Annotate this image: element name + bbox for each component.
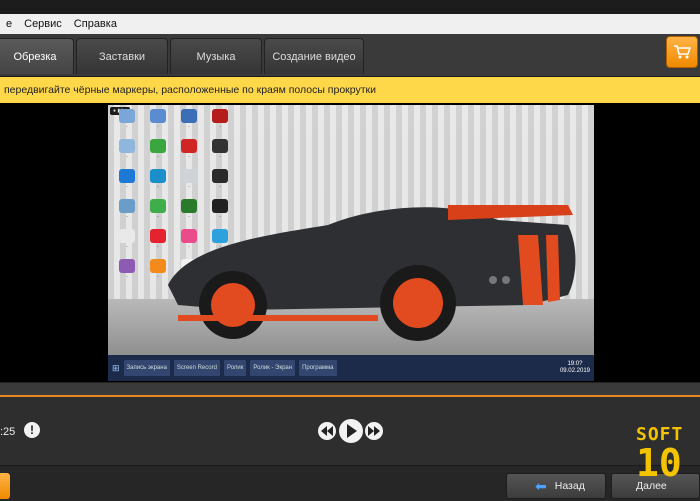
watermark-line2: 10 [636, 441, 682, 485]
desktop-icon: ·· [114, 199, 140, 225]
cart-icon [674, 45, 691, 59]
bottom-navigation-bar: ⬅ Назад Далее [0, 465, 700, 501]
menu-help[interactable]: Справка [68, 18, 123, 30]
tab-bar: Обрезка Заставки Музыка Создание видео [0, 34, 700, 77]
info-icon: ! [30, 423, 34, 437]
video-frame: ● ▮▮ ■ ·· ·· ·· ·· ·· ·· ·· ·· ·· ·· ·· … [108, 105, 594, 381]
desktop-icon: ·· [114, 109, 140, 135]
player-controls: :25 ! [0, 397, 700, 465]
hint-bar: передвигайте чёрные маркеры, расположенн… [0, 77, 700, 103]
desktop-icon: ·· [114, 169, 140, 195]
desktop-icon: ·· [207, 139, 233, 165]
tab-create-video[interactable]: Создание видео [264, 38, 364, 74]
menu-service[interactable]: Сервис [18, 18, 68, 30]
clock-date: 09.02.2019 [559, 368, 590, 374]
fast-forward-button[interactable] [365, 422, 383, 440]
tab-music-label: Музыка [196, 50, 236, 63]
soft10-watermark-logo: SOFT 10 [636, 424, 696, 494]
tab-create-video-label: Создание видео [272, 50, 356, 63]
desktop-icon: ·· [207, 109, 233, 135]
desktop-icon: ·· [114, 229, 140, 255]
taskbar-item: Программа [299, 360, 337, 376]
left-action-button[interactable] [0, 473, 10, 499]
sports-car-image [168, 205, 576, 341]
rewind-icon [321, 426, 333, 436]
taskbar-clock: 19:0? 09.02.2019 [560, 361, 590, 375]
video-preview: ● ▮▮ ■ ·· ·· ·· ·· ·· ·· ·· ·· ·· ·· ·· … [0, 103, 700, 382]
start-icon: ⊞ [112, 362, 120, 373]
desktop-icon: ·· [145, 109, 171, 135]
rewind-button[interactable] [318, 422, 336, 440]
window-top-strip [0, 0, 700, 14]
desktop-icon: ·· [176, 139, 202, 165]
windows-taskbar: ⊞ Запись экрана Screen Record Ролик Роли… [108, 355, 594, 381]
timeline-scrollbar[interactable] [0, 382, 700, 398]
play-button[interactable] [339, 419, 363, 443]
menu-bar: е Сервис Справка [0, 14, 700, 35]
taskbar-item: Ролик - Экран [250, 360, 296, 376]
desktop-icon: ·· [114, 259, 140, 285]
desktop-icon: ·· [176, 109, 202, 135]
info-button[interactable]: ! [24, 422, 40, 438]
tab-trim[interactable]: Обрезка [0, 38, 74, 74]
tab-trim-label: Обрезка [13, 50, 57, 63]
tab-intros-label: Заставки [98, 50, 146, 63]
tab-intros[interactable]: Заставки [76, 38, 168, 74]
play-icon [347, 424, 357, 438]
back-button[interactable]: ⬅ Назад [506, 473, 606, 499]
buy-button[interactable] [666, 36, 698, 68]
back-button-label: Назад [554, 480, 585, 492]
taskbar-item: Запись экрана [123, 360, 170, 376]
desktop-icon: ·· [114, 139, 140, 165]
arrow-left-icon: ⬅ [535, 477, 547, 494]
menu-file[interactable]: е [0, 18, 18, 30]
desktop-icon: ·· [145, 139, 171, 165]
current-time: :25 [0, 426, 16, 438]
taskbar-item: Ролик [223, 360, 247, 376]
clock-time: 19:0? [567, 361, 583, 367]
fast-forward-icon [368, 426, 380, 436]
tab-music[interactable]: Музыка [170, 38, 262, 74]
hint-text: передвигайте чёрные маркеры, расположенн… [4, 84, 377, 96]
taskbar-item: Screen Record [173, 360, 220, 376]
